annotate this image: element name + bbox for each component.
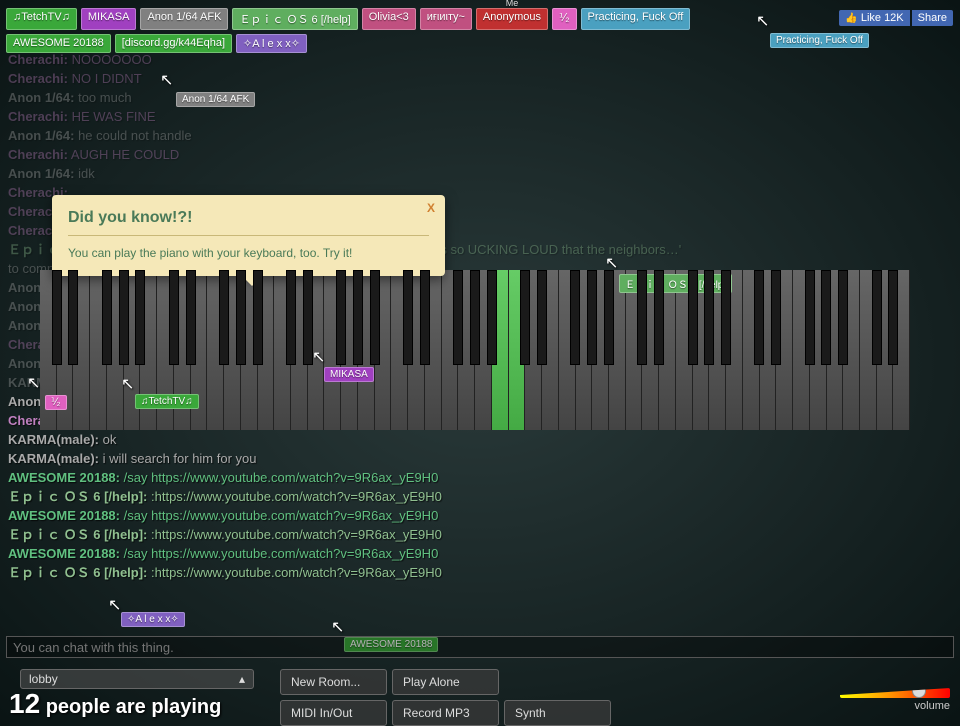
black-key[interactable] xyxy=(102,270,112,365)
close-icon[interactable]: X xyxy=(427,201,435,215)
volume-bar[interactable] xyxy=(840,688,950,698)
black-key[interactable] xyxy=(370,270,380,365)
bottom-bar: lobby▴ 12 people are playing New Room...… xyxy=(0,663,960,720)
chat-line: Anon 1/64: too much xyxy=(8,88,952,107)
user-tag[interactable]: Practicing, Fuck Off xyxy=(581,8,691,30)
user-tag[interactable]: ♫TetchTV♫ xyxy=(6,8,77,30)
chat-line: Ｅｐｉｃ ＯＳ 6 [/help]: :https://www.youtube.… xyxy=(8,525,952,544)
cursor-tag: Ｅｐｉｃ ＯＳ 6 [/help] xyxy=(619,274,732,293)
user-tag[interactable]: Ｅｐｉｃ ＯＳ 6 [/help] xyxy=(232,8,357,30)
cursor-tag: ♫TetchTV♫ xyxy=(135,394,199,409)
black-key[interactable] xyxy=(872,270,882,365)
chevron-up-icon: ▴ xyxy=(239,672,245,686)
black-key[interactable] xyxy=(805,270,815,365)
notification-body: You can play the piano with your keyboar… xyxy=(68,246,429,260)
chat-line: AWESOME 20188: /say https://www.youtube.… xyxy=(8,544,952,563)
volume-label: volume xyxy=(840,700,950,712)
black-key[interactable] xyxy=(470,270,480,365)
black-key[interactable] xyxy=(303,270,313,365)
black-key[interactable] xyxy=(888,270,898,365)
black-key[interactable] xyxy=(219,270,229,365)
room-select[interactable]: lobby▴ xyxy=(20,669,254,689)
black-key[interactable] xyxy=(688,270,698,365)
black-key[interactable] xyxy=(119,270,129,365)
chat-line: Anon 1/64: he could not handle xyxy=(8,126,952,145)
cursor-tag: Anon 1/64 AFK xyxy=(176,92,255,107)
ui-button[interactable]: Synth xyxy=(504,700,611,726)
cursor-icon: ↖ xyxy=(108,595,120,613)
black-key[interactable] xyxy=(286,270,296,365)
user-name-tags: ♫TetchTV♫MIKASAAnon 1/64 AFKＥｐｉｃ ＯＳ 6 [/… xyxy=(6,8,766,53)
user-tag[interactable]: Olivia<3 xyxy=(362,8,416,30)
user-tag[interactable]: Anon 1/64 AFK xyxy=(140,8,228,30)
cursor-tag: MIKASA xyxy=(324,367,374,382)
volume-knob[interactable] xyxy=(912,684,926,698)
black-key[interactable] xyxy=(637,270,647,365)
chat-line: AWESOME 20188: /say https://www.youtube.… xyxy=(8,468,952,487)
user-tag[interactable]: ⅟₂ xyxy=(552,8,577,30)
black-key[interactable] xyxy=(537,270,547,365)
black-key[interactable] xyxy=(604,270,614,365)
black-key[interactable] xyxy=(52,270,62,365)
black-key[interactable] xyxy=(587,270,597,365)
chat-line: KARMA(male): i will search for him for y… xyxy=(8,449,952,468)
user-tag[interactable]: MIKASA xyxy=(81,8,137,30)
chat-line: Cherachi: HE WAS FINE xyxy=(8,107,952,126)
facebook-widget: 👍Like 12K Share xyxy=(839,10,953,26)
black-key[interactable] xyxy=(420,270,430,365)
fb-share-button[interactable]: Share xyxy=(912,10,953,26)
ui-button[interactable]: Play Alone xyxy=(392,669,499,695)
black-key[interactable] xyxy=(353,270,363,365)
black-key[interactable] xyxy=(487,270,497,365)
volume-control[interactable]: volume xyxy=(840,688,950,712)
black-key[interactable] xyxy=(453,270,463,365)
notification-title: Did you know!?! xyxy=(68,209,429,236)
black-key[interactable] xyxy=(68,270,78,365)
black-key[interactable] xyxy=(336,270,346,365)
cursor-tag: ✧A l e x x✧ xyxy=(121,612,185,627)
chat-line: Cherachi: AUGH HE COULD xyxy=(8,145,952,164)
ui-button[interactable]: MIDI In/Out xyxy=(280,700,387,726)
black-key[interactable] xyxy=(754,270,764,365)
thumb-icon: 👍 xyxy=(845,13,857,24)
chat-line: KARMA(male): ok xyxy=(8,430,952,449)
people-count: 12 people are playing xyxy=(9,688,221,720)
button-row: New Room...Play AloneMIDI In/OutRecord M… xyxy=(280,669,611,726)
cursor-tag: Practicing, Fuck Off xyxy=(770,33,869,48)
user-tag[interactable]: иғιиιтy~ xyxy=(420,8,472,30)
cursor-tag: ⅟₂ xyxy=(45,395,67,410)
black-key[interactable] xyxy=(821,270,831,365)
black-key[interactable] xyxy=(169,270,179,365)
black-key[interactable] xyxy=(236,270,246,365)
chat-line: Cherachi: NOOOOOOO xyxy=(8,50,952,69)
chat-line: AWESOME 20188: /say https://www.youtube.… xyxy=(8,506,952,525)
chat-line: Cherachi: NO I DIDNT xyxy=(8,69,952,88)
black-key[interactable] xyxy=(838,270,848,365)
tip-notification: X Did you know!?! You can play the piano… xyxy=(52,195,445,276)
black-key[interactable] xyxy=(704,270,714,365)
black-key[interactable] xyxy=(654,270,664,365)
cursor-icon: ↖ xyxy=(331,617,343,635)
ui-button[interactable]: New Room... xyxy=(280,669,387,695)
fb-like-button[interactable]: 👍Like 12K xyxy=(839,10,909,26)
chat-input[interactable] xyxy=(6,636,954,658)
chat-line: Anon 1/64: idk xyxy=(8,164,952,183)
black-key[interactable] xyxy=(520,270,530,365)
black-key[interactable] xyxy=(771,270,781,365)
black-key[interactable] xyxy=(570,270,580,365)
black-key[interactable] xyxy=(135,270,145,365)
chat-line: Ｅｐｉｃ ＯＳ 6 [/help]: :https://www.youtube.… xyxy=(8,487,952,506)
black-key[interactable] xyxy=(186,270,196,365)
chat-line: Ｅｐｉｃ ＯＳ 6 [/help]: :https://www.youtube.… xyxy=(8,563,952,582)
ui-button[interactable]: Record MP3 xyxy=(392,700,499,726)
black-key[interactable] xyxy=(253,270,263,365)
black-key[interactable] xyxy=(403,270,413,365)
black-key[interactable] xyxy=(721,270,731,365)
user-tag[interactable]: AnonymousMe xyxy=(476,8,548,30)
